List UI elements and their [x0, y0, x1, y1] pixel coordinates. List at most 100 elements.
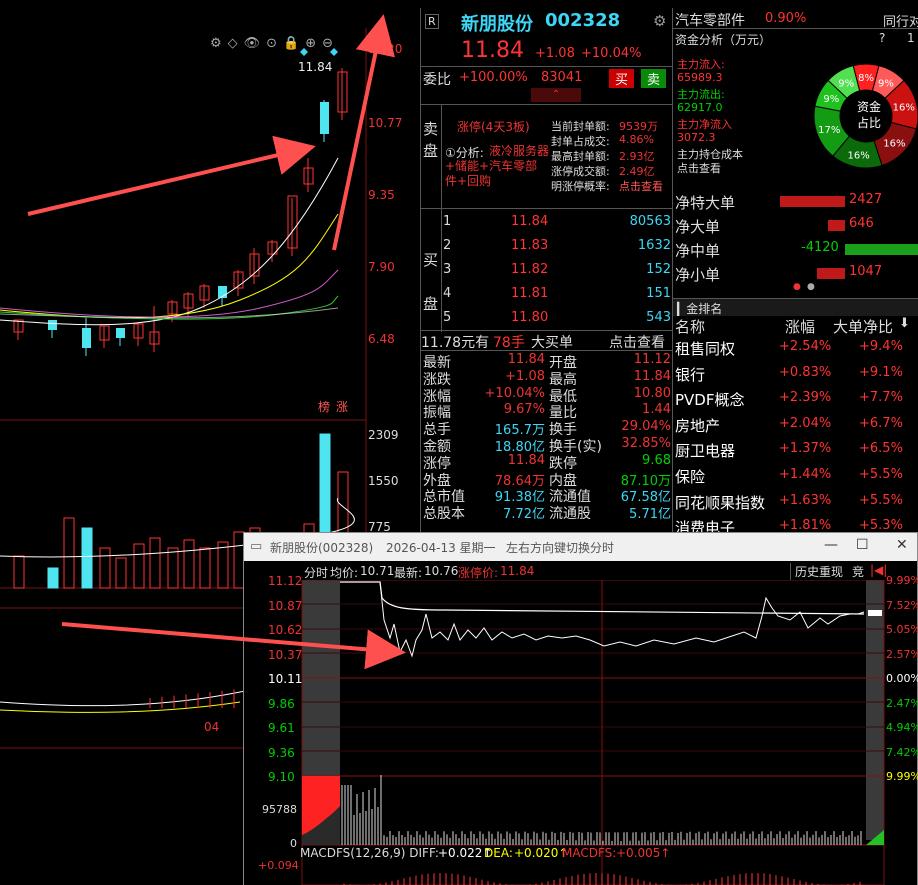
fund-bar-label: 净小单 [675, 266, 721, 284]
bid-price[interactable]: 11.82 [511, 262, 548, 277]
rank-col-pct[interactable]: 涨幅 [785, 316, 815, 337]
buy-button[interactable]: 买 [609, 69, 635, 88]
intraday-chart[interactable] [244, 580, 917, 885]
stat-label: 总股本 [423, 506, 465, 523]
donut-slice-label: 8% [858, 73, 874, 84]
fund-bar-value: -4120 [801, 240, 839, 255]
donut-slice-label: 16% [848, 150, 870, 161]
sort-down-icon[interactable]: ⬇ [899, 316, 910, 331]
net-value: 3072.3 [677, 131, 716, 144]
rank-row-net: +5.5% [859, 467, 903, 482]
intraday-price-tick: 10.62 [268, 623, 303, 637]
sector-name[interactable]: 汽车零部件 [675, 10, 745, 30]
stat-value: 11.84 [507, 452, 545, 468]
analysis-tags[interactable]: 液冷服务器+储能+汽车零部件+回购 [445, 144, 549, 189]
rank-row-pct: +2.39% [779, 390, 832, 406]
price-tick-1: 12.20 [368, 42, 403, 56]
intraday-pct-tick: 7.42% [886, 745, 918, 759]
bid-price[interactable]: 11.80 [511, 310, 548, 325]
intraday-pct-tick: 2.47% [886, 696, 918, 710]
popup-title: 新朋股份(002328) [270, 541, 374, 555]
last-price: 11.84 [461, 38, 524, 63]
badge-bang[interactable]: 榜 [318, 398, 330, 415]
ranking-list: 名称 涨幅 大单净比 ⬇ 租售同权 +2.54% +9.4% 银行 +0.83% +9.1% PVD… [673, 316, 918, 538]
bid-price[interactable]: 11.84 [511, 214, 548, 229]
metric-label: 封单占成交: [551, 135, 610, 148]
donut-slice-label: 9% [838, 78, 854, 89]
stat-value: 11.12 [633, 352, 671, 367]
rank-col-net[interactable]: 大单净比 [833, 316, 893, 337]
quote-panel: R 新朋股份 002328 ⚙ 11.84 +1.08 +10.04% 委比 +… [420, 8, 674, 538]
maximize-button[interactable]: ☐ [856, 537, 869, 553]
popup-titlebar[interactable]: ▭ 新朋股份(002328) 2026-04-13 星期一 左右方向键切换分时 … [244, 533, 917, 561]
rank-col-name[interactable]: 名称 [675, 316, 705, 337]
badge-zhang[interactable]: 涨 [336, 398, 348, 415]
macd-dea: +0.020↑ [514, 846, 569, 860]
sell-side-label: 卖盘 [423, 120, 439, 160]
info-label-limit: 涨停价: [458, 566, 499, 580]
intraday-price-tick: 9.10 [268, 770, 295, 784]
rank-row-net: +6.7% [859, 415, 903, 431]
rank-row-net: +5.5% [859, 492, 903, 508]
help-icon[interactable]: ? [879, 31, 885, 45]
price-tick-4: 7.90 [368, 260, 395, 274]
stat-label: 流通股 [549, 506, 591, 523]
metric-label: 最高封单额: [551, 150, 610, 163]
bigbuy-price: 11.78元有 [421, 335, 490, 351]
metric-value[interactable]: 点击查看 [619, 178, 663, 194]
popup-date: 2026-04-13 星期一 [386, 541, 496, 555]
rank-row-name[interactable]: 房地产 [675, 415, 720, 436]
price-tick-5: 6.48 [368, 332, 395, 346]
rank-row-name[interactable]: 厨卫电器 [675, 440, 735, 461]
bid-price[interactable]: 11.83 [511, 238, 548, 253]
auction-button[interactable]: 竞 [852, 563, 864, 580]
collapse-toggle[interactable]: ⌃ [531, 88, 581, 102]
expand-icon[interactable]: 1 [907, 31, 915, 45]
donut-slice-label: 9% [878, 78, 894, 89]
chart-tool-icons[interactable]: ⚙◇👁⊙🔒⊕⊖ [210, 36, 339, 51]
bid-volume: 80563 [629, 214, 671, 229]
fund-bar [827, 220, 845, 231]
minimize-button[interactable]: — [824, 537, 838, 553]
sell-button[interactable]: 卖 [641, 69, 667, 88]
history-replay-button[interactable]: 历史重现 [790, 563, 843, 580]
donut-slice-label: 16% [893, 102, 915, 113]
rank-row-name[interactable]: PVDF概念 [675, 389, 745, 410]
rank-row-pct: +1.81% [779, 518, 832, 534]
page-dot[interactable]: ● [807, 282, 815, 292]
rank-row-name[interactable]: 租售同权 [675, 338, 735, 359]
intraday-price-tick: 9.86 [268, 696, 295, 711]
vol-tick-2: 1550 [368, 474, 399, 488]
rank-row-name[interactable]: 保险 [675, 466, 705, 487]
bid-volume: 151 [646, 286, 671, 301]
inflow-value: 65989.3 [677, 71, 723, 84]
stat-value: 1.44 [642, 402, 671, 418]
vol-zero: 0 [290, 837, 297, 850]
hold-cost-link[interactable]: 点击查看 [677, 160, 721, 176]
nav-arrows[interactable]: |◀| [870, 563, 887, 577]
bigbuy-link[interactable]: 点击查看 [609, 332, 665, 352]
gear-icon[interactable]: ⚙ [653, 12, 666, 30]
page-dot-active[interactable]: ● [793, 282, 801, 292]
stock-name: 新朋股份 [461, 14, 533, 35]
rank-row-pct: +1.44% [779, 467, 832, 482]
fund-bar-value: 1047 [849, 264, 883, 279]
rank-row-net: +7.7% [859, 390, 903, 406]
rank-row-net: +6.5% [859, 441, 903, 457]
last-price-marker [868, 610, 882, 616]
intraday-price-tick: 10.11 [268, 672, 303, 686]
fund-bar-value: 646 [849, 216, 874, 231]
bid-price[interactable]: 11.81 [511, 286, 548, 301]
fund-bar [780, 196, 845, 207]
close-button[interactable]: ✕ [896, 537, 908, 553]
bigbuy-lots: 78手 [493, 335, 525, 351]
rank-row-name[interactable]: 同花顺果指数 [675, 492, 765, 513]
kline-candle [320, 102, 329, 134]
buy-side-label: 买盘 [423, 251, 439, 313]
info-label-latest: 最新: [394, 566, 423, 580]
ranking-title: ▎金排名 [673, 298, 918, 316]
net-label: 主力净流入 [677, 118, 732, 131]
rank-row-name[interactable]: 银行 [675, 364, 705, 385]
kline-candle [48, 320, 57, 330]
bid-level: 5 [443, 310, 452, 325]
